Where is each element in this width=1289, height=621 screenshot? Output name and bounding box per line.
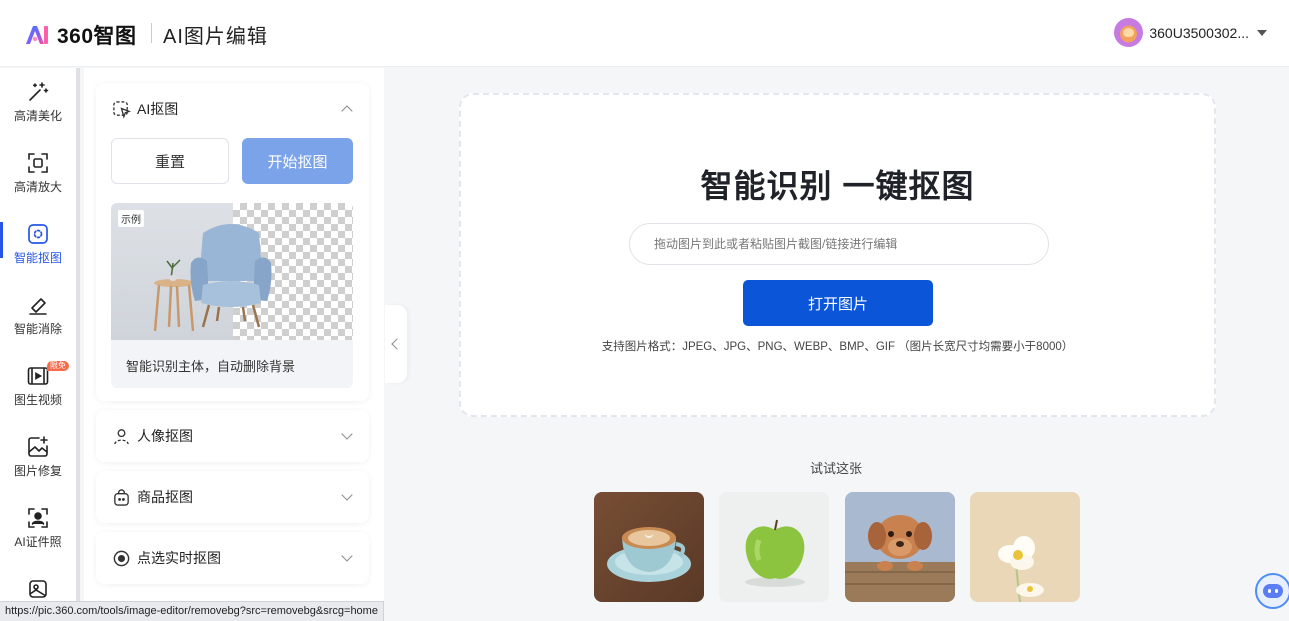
sample-flower-thumb[interactable]: [970, 492, 1080, 602]
assistant-bot-icon[interactable]: [1255, 573, 1289, 609]
upscale-icon: [28, 153, 48, 173]
sample-apple-thumb[interactable]: [719, 492, 829, 602]
example-image: 示例: [111, 203, 353, 340]
open-image-button[interactable]: 打开图片: [743, 280, 933, 326]
left-nav: 高清美化 高清放大 智能抠图 智能消除 限免 图生视频 图片修复 AI证件照: [0, 68, 80, 621]
portrait-cutout-header: 人像抠图: [112, 410, 193, 462]
example-tag: 示例: [118, 210, 144, 227]
magic-wand-icon: [29, 82, 49, 101]
nav-label: AI证件照: [14, 535, 62, 549]
tool-panel: AI抠图 重置 开始抠图 示例 智能识别主体，自动删除背景 人像抠图 商品抠图 …: [84, 68, 384, 621]
portrait-cutout-title: 人像抠图: [137, 428, 193, 444]
logo[interactable]: 360智图: [24, 20, 137, 50]
gallery-icon: [29, 580, 47, 598]
product-cutout-title: 商品抠图: [137, 489, 193, 505]
shopping-bag-icon: [114, 488, 129, 506]
image-repair-icon: [28, 436, 48, 457]
click-select-cutout-title: 点选实时抠图: [137, 550, 221, 566]
caret-down-icon[interactable]: [1257, 29, 1267, 36]
upload-dropzone[interactable]: 智能识别 一键抠图 打开图片 支持图片格式：JPEG、JPG、PNG、WEBP、…: [459, 93, 1216, 417]
nav-label: 智能抠图: [13, 251, 62, 265]
portrait-cutout-card[interactable]: 人像抠图: [96, 410, 369, 462]
person-icon: [114, 428, 129, 444]
chevron-down-icon[interactable]: [341, 550, 353, 562]
target-icon: [113, 550, 130, 566]
app-title: AI图片编辑: [163, 26, 268, 48]
id-photo-icon: [28, 508, 48, 528]
nav-item-image-repair[interactable]: 图片修复: [0, 426, 76, 490]
click-select-cutout-card[interactable]: 点选实时抠图: [96, 532, 369, 584]
nav-item-hd-upscale[interactable]: 高清放大: [0, 142, 76, 206]
try-samples-label: 试试这张: [809, 461, 862, 476]
user-menu[interactable]: 360U3500302...: [1114, 18, 1267, 47]
username: 360U3500302...: [1149, 24, 1249, 41]
reset-button[interactable]: 重置: [111, 138, 229, 184]
start-cutout-button[interactable]: 开始抠图: [242, 138, 353, 184]
coffee-cup-image: [594, 492, 704, 602]
nav-label: 图片修复: [13, 464, 62, 478]
nav-label: 高清美化: [13, 109, 62, 123]
logo-mark-icon: [26, 26, 48, 44]
click-select-cutout-header: 点选实时抠图: [112, 532, 221, 584]
free-badge: 限免: [47, 361, 69, 371]
nav-item-smart-erase[interactable]: 智能消除: [0, 284, 76, 348]
flower-image: [970, 492, 1080, 602]
nav-label: 智能消除: [13, 322, 62, 336]
nav-item-ai-id-photo[interactable]: AI证件照: [0, 497, 76, 561]
avatar[interactable]: [1114, 18, 1144, 47]
chevron-up-icon[interactable]: [341, 105, 353, 117]
ai-cutout-header[interactable]: AI抠图: [112, 83, 178, 135]
ai-cutout-card: AI抠图 重置 开始抠图 示例 智能识别主体，自动删除背景: [96, 83, 369, 401]
product-cutout-card[interactable]: 商品抠图: [96, 471, 369, 523]
nav-label: 高清放大: [13, 180, 62, 194]
product-cutout-header: 商品抠图: [112, 471, 193, 523]
eraser-icon: [29, 298, 47, 315]
header-divider: [151, 23, 152, 43]
puppy-image: [845, 492, 955, 602]
nav-scrollbar[interactable]: [76, 68, 80, 621]
logo-text: 360智图: [57, 25, 137, 48]
top-header: 360智图 AI图片编辑 360U3500302...: [0, 0, 1289, 67]
nav-item-smart-cutout[interactable]: 智能抠图: [0, 213, 76, 277]
example-card: 示例 智能识别主体，自动删除背景: [111, 203, 353, 388]
chevron-down-icon[interactable]: [341, 489, 353, 501]
headline: 智能识别 一键抠图: [700, 168, 975, 204]
cutout-icon: [28, 224, 48, 244]
sample-puppy-thumb[interactable]: [845, 492, 955, 602]
status-bar-url: https://pic.360.com/tools/image-editor/r…: [0, 601, 384, 621]
paste-link-input[interactable]: [629, 223, 1049, 265]
collapse-panel-button[interactable]: [385, 305, 407, 383]
sample-coffee-thumb[interactable]: [594, 492, 704, 602]
nav-label: 图生视频: [13, 393, 62, 407]
example-caption: 智能识别主体，自动删除背景: [126, 359, 296, 374]
nav-item-hd-enhance[interactable]: 高清美化: [0, 71, 76, 135]
chevron-down-icon[interactable]: [341, 428, 353, 440]
green-apple-image: [719, 492, 829, 602]
armchair-illustration: [153, 224, 272, 332]
ai-cutout-title: AI抠图: [137, 101, 179, 117]
supported-formats-text: 支持图片格式：JPEG、JPG、PNG、WEBP、BMP、GIF （图片长宽尺寸…: [601, 341, 1074, 353]
nav-item-image-to-video[interactable]: 限免 图生视频: [0, 355, 76, 419]
ai-select-icon: [113, 100, 131, 119]
